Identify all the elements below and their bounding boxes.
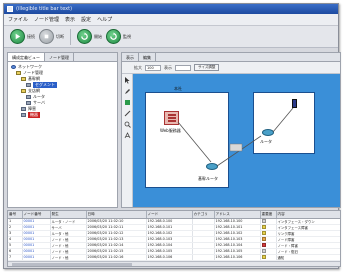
event-table-header: 番号 ノード番号 発生 日時 ノード カテゴリ アドレス 重要度 内容 — [8, 211, 340, 219]
map-toolbar: 拡大 100 表示 サイズ調整 — [122, 62, 340, 74]
table-row[interactable]: 7 00001 ノード・他 2006/03/20 11:02:16 192.168.0.… — [8, 254, 340, 261]
severity-icon — [261, 237, 266, 241]
column-header[interactable]: 日時 — [86, 211, 147, 219]
column-header[interactable]: ノード番号 — [22, 211, 51, 219]
zoom-label: 拡大 — [134, 64, 142, 70]
horizontal-scrollbar[interactable] — [8, 261, 340, 266]
menu-node[interactable]: ノード管理 — [34, 16, 59, 23]
select-tool-icon[interactable] — [124, 77, 131, 84]
disconnect-button[interactable]: 切断 — [39, 29, 64, 44]
refresh-icon — [106, 29, 121, 44]
title-bar: (illegible title bar text) — [4, 4, 338, 14]
column-header[interactable]: 内容 — [276, 211, 340, 219]
column-header[interactable]: アドレス — [214, 211, 261, 219]
column-header[interactable]: 発生 — [50, 211, 87, 219]
link-lines — [177, 107, 294, 167]
node-tool-icon[interactable] — [124, 99, 131, 106]
menu-view[interactable]: 表示 — [65, 16, 75, 23]
event-table-body: 1 00001 ルータ・ノード 2006/03/20 11:02:10 192.168.… — [8, 218, 340, 261]
drawing-tools — [122, 74, 133, 207]
table-cell — [192, 254, 215, 261]
device-icon — [21, 113, 26, 117]
tree-item-label: 機器 — [28, 112, 40, 118]
tree-item[interactable]: 機器 — [11, 112, 114, 118]
event-table: 番号 ノード番号 発生 日時 ノード カテゴリ アドレス 重要度 内容 1 000… — [8, 211, 340, 261]
menu-bar: ファイル ノード管理 表示 設定 ヘルプ — [4, 14, 338, 26]
network-icon — [11, 65, 16, 69]
tab-config-view[interactable]: 構成定義ビュー — [8, 53, 45, 61]
column-header[interactable]: ノード — [146, 211, 193, 219]
severity-icon — [261, 225, 266, 229]
table-cell: 7 — [8, 254, 23, 261]
node-tree: ネットワーク ノード管理 基幹網 セグメント 支店網 ルータ サーバ 障害 機器 — [8, 62, 117, 120]
map-pane: 表示 編集 拡大 100 表示 サイズ調整 本社 Web服務器 基幹ルータ ルー… — [121, 52, 341, 208]
table-cell: ノード・他 — [50, 254, 87, 261]
device-icon — [26, 95, 31, 99]
window-title: (illegible title bar text) — [16, 6, 73, 12]
table-cell — [260, 254, 277, 261]
monitor-button[interactable]: 監視 — [106, 29, 131, 44]
pen-tool-icon[interactable] — [124, 88, 131, 95]
column-header[interactable]: 番号 — [8, 211, 23, 219]
menu-file[interactable]: ファイル — [8, 16, 28, 23]
zoom-field[interactable]: 100 — [145, 64, 161, 71]
folder-icon — [21, 77, 26, 81]
table-cell: 192.168.10.106 — [214, 254, 261, 261]
device-icon — [21, 107, 26, 111]
network-map-canvas[interactable]: 本社 Web服務器 基幹ルータ ルータ — [133, 74, 340, 207]
display-label: 表示 — [164, 64, 172, 70]
tree-tabs: 構成定義ビュー ノード管理 — [8, 53, 117, 62]
device-icon — [26, 83, 31, 87]
refresh-icon — [77, 29, 92, 44]
text-tool-icon[interactable] — [124, 132, 131, 139]
folder-icon — [16, 71, 21, 75]
connect-button[interactable]: 接続 — [10, 29, 35, 44]
stop-icon — [39, 29, 54, 44]
tab-view[interactable]: 表示 — [122, 53, 139, 61]
tab-edit[interactable]: 編集 — [139, 53, 156, 61]
play-icon — [10, 29, 25, 44]
link-tool-icon[interactable] — [124, 110, 131, 117]
app-icon — [7, 6, 13, 12]
tab-node-manager[interactable]: ノード管理 — [45, 53, 74, 61]
event-list-pane: 番号 ノード番号 発生 日時 ノード カテゴリ アドレス 重要度 内容 1 000… — [7, 210, 341, 267]
menu-help[interactable]: ヘルプ — [97, 16, 112, 23]
table-cell: 00001 — [22, 254, 51, 261]
app-window: (illegible title bar text) ファイル ノード管理 表示… — [3, 3, 341, 269]
fit-size-button[interactable]: サイズ調整 — [194, 64, 220, 71]
device-icon — [26, 101, 31, 105]
display-field[interactable] — [175, 64, 191, 71]
map-tabs: 表示 編集 — [122, 53, 340, 62]
table-cell: 2006/03/20 11:02:16 — [86, 254, 147, 261]
severity-icon — [261, 255, 266, 259]
severity-icon — [261, 231, 266, 235]
column-header[interactable]: カテゴリ — [192, 211, 215, 219]
zoom-tool-icon[interactable] — [124, 121, 131, 128]
severity-icon — [261, 249, 266, 253]
column-header[interactable]: 重要度 — [260, 211, 277, 219]
tree-pane: 構成定義ビュー ノード管理 ネットワーク ノード管理 基幹網 セグメント 支店網 ルータサ… — [7, 52, 118, 208]
severity-icon — [261, 219, 266, 223]
main-toolbar: 接続 切断 開始 監視 — [4, 26, 338, 48]
folder-icon — [21, 89, 26, 93]
severity-icon — [261, 243, 266, 247]
table-cell: 通知 — [276, 254, 340, 261]
start-button[interactable]: 開始 — [77, 29, 102, 44]
scrollbar-thumb[interactable] — [12, 263, 132, 266]
toolbar-separator — [70, 28, 71, 45]
menu-settings[interactable]: 設定 — [81, 16, 91, 23]
table-cell: 192.168.0.106 — [146, 254, 193, 261]
